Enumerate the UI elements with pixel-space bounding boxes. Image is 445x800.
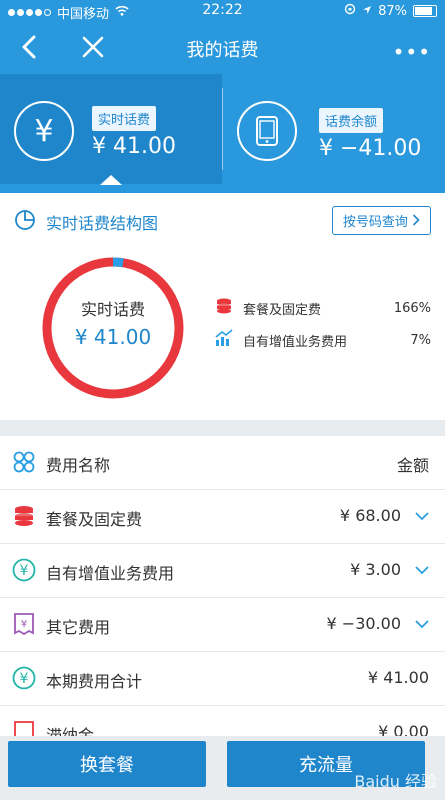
realtime-fee-label: 实时话费 [92, 106, 157, 131]
rotation-lock-icon [344, 3, 356, 19]
fee-table-header: 费用名称 金额 [0, 436, 445, 490]
legend-value-added-percent: 7% [410, 332, 431, 348]
fee-row-amount: ¥ 41.00 [367, 668, 429, 687]
yen-circle-icon: ¥ [14, 101, 74, 161]
legend-item-value-added: 自有增值业务费用 7% [215, 329, 431, 351]
fee-structure-title-text: 实时话费结构图 [46, 214, 159, 233]
chevron-right-icon [412, 214, 420, 230]
footer-bar: 换套餐 充流量 Baidu 经验 [0, 736, 445, 800]
pie-chart-icon [14, 209, 36, 235]
phone-circle-icon [237, 101, 297, 161]
status-right: 87% [344, 3, 437, 19]
balance-label: 话费余额 [319, 108, 384, 133]
donut-slice-value-added [112, 257, 124, 268]
fee-row: 滞纳金 ¥ 0.00 [0, 706, 445, 736]
fee-row-name: 套餐及固定费 [46, 510, 143, 529]
svg-text:¥: ¥ [20, 671, 29, 687]
fee-row[interactable]: 套餐及固定费 ¥ 68.00 [0, 490, 445, 544]
fee-row: ¥ 本期费用合计 ¥ 41.00 [0, 652, 445, 706]
coins-icon [12, 504, 36, 528]
chevron-down-icon[interactable] [415, 614, 429, 633]
active-tab-pointer [100, 175, 122, 185]
legend-value-added-name: 自有增值业务费用 [243, 334, 348, 350]
battery-icon [413, 5, 437, 17]
fee-row-amount: ¥ 0.00 [378, 722, 429, 736]
fee-row-name: 其它费用 [46, 618, 111, 637]
change-plan-button[interactable]: 换套餐 [8, 741, 206, 787]
fee-row[interactable]: ¥ 其它费用 ¥ −30.00 [0, 598, 445, 652]
legend-plan-name: 套餐及固定费 [243, 302, 322, 318]
fee-row-amount: ¥ 3.00 [350, 560, 401, 579]
nav-bar: 我的话费 ••• [0, 22, 445, 74]
location-icon [362, 4, 372, 19]
balance-tab[interactable]: 话费余额 ¥ −41.00 [223, 74, 445, 184]
fee-row-amount: ¥ −30.00 [326, 614, 401, 633]
header-amount: 金额 [396, 456, 429, 475]
grid-icon [12, 450, 36, 474]
chevron-down-icon[interactable] [415, 560, 429, 579]
donut-center-label: 实时话费 [80, 300, 145, 319]
fee-row-name: 本期费用合计 [46, 672, 143, 691]
chevron-down-icon[interactable] [415, 506, 429, 525]
realtime-fee-amount: ¥ 41.00 [92, 134, 176, 159]
legend-plan-percent: 166% [393, 300, 431, 316]
donut-center-amount: ¥ 41.00 [74, 325, 152, 349]
receipt-icon [12, 720, 36, 736]
receipt-icon: ¥ [12, 612, 36, 636]
balance-header: ¥ 实时话费 ¥ 41.00 话费余额 ¥ −41.00 [0, 74, 445, 194]
fee-structure-card: 实时话费结构图 按号码查询 实时话费 ¥ 41.00 套餐及固定费 166% 自… [0, 193, 445, 420]
legend-item-plan: 套餐及固定费 166% [215, 297, 431, 319]
svg-text:¥: ¥ [20, 563, 29, 579]
balance-amount: ¥ −41.00 [319, 136, 422, 161]
fee-row-amount: ¥ 68.00 [339, 506, 401, 525]
query-by-number-button[interactable]: 按号码查询 [331, 206, 431, 235]
close-icon[interactable] [80, 34, 106, 64]
back-icon[interactable] [18, 34, 40, 64]
yen-icon: ¥ [12, 558, 36, 582]
fee-row[interactable]: ¥ 自有增值业务费用 ¥ 3.00 [0, 544, 445, 598]
fee-row-name: 滞纳金 [46, 726, 95, 736]
yen-icon: ¥ [12, 666, 36, 690]
fee-structure-title: 实时话费结构图 [14, 209, 158, 235]
coins-icon [215, 297, 233, 319]
more-icon[interactable]: ••• [393, 40, 431, 64]
fee-row-name: 自有增值业务费用 [46, 564, 175, 583]
svg-text:¥: ¥ [21, 619, 27, 630]
fee-table: 费用名称 金额 套餐及固定费 ¥ 68.00 ¥ 自有增值业务费用 ¥ 3.00… [0, 436, 445, 736]
trend-chart-icon [215, 329, 233, 351]
battery-percent: 87% [378, 3, 407, 19]
status-bar: 中国移动 22:22 87% [0, 0, 445, 22]
baidu-watermark: Baidu 经验 [354, 772, 437, 791]
realtime-fee-tab[interactable]: ¥ 实时话费 ¥ 41.00 [0, 74, 222, 185]
page-title: 我的话费 [186, 40, 259, 61]
header-name: 费用名称 [46, 456, 111, 475]
query-by-number-label: 按号码查询 [342, 215, 408, 230]
